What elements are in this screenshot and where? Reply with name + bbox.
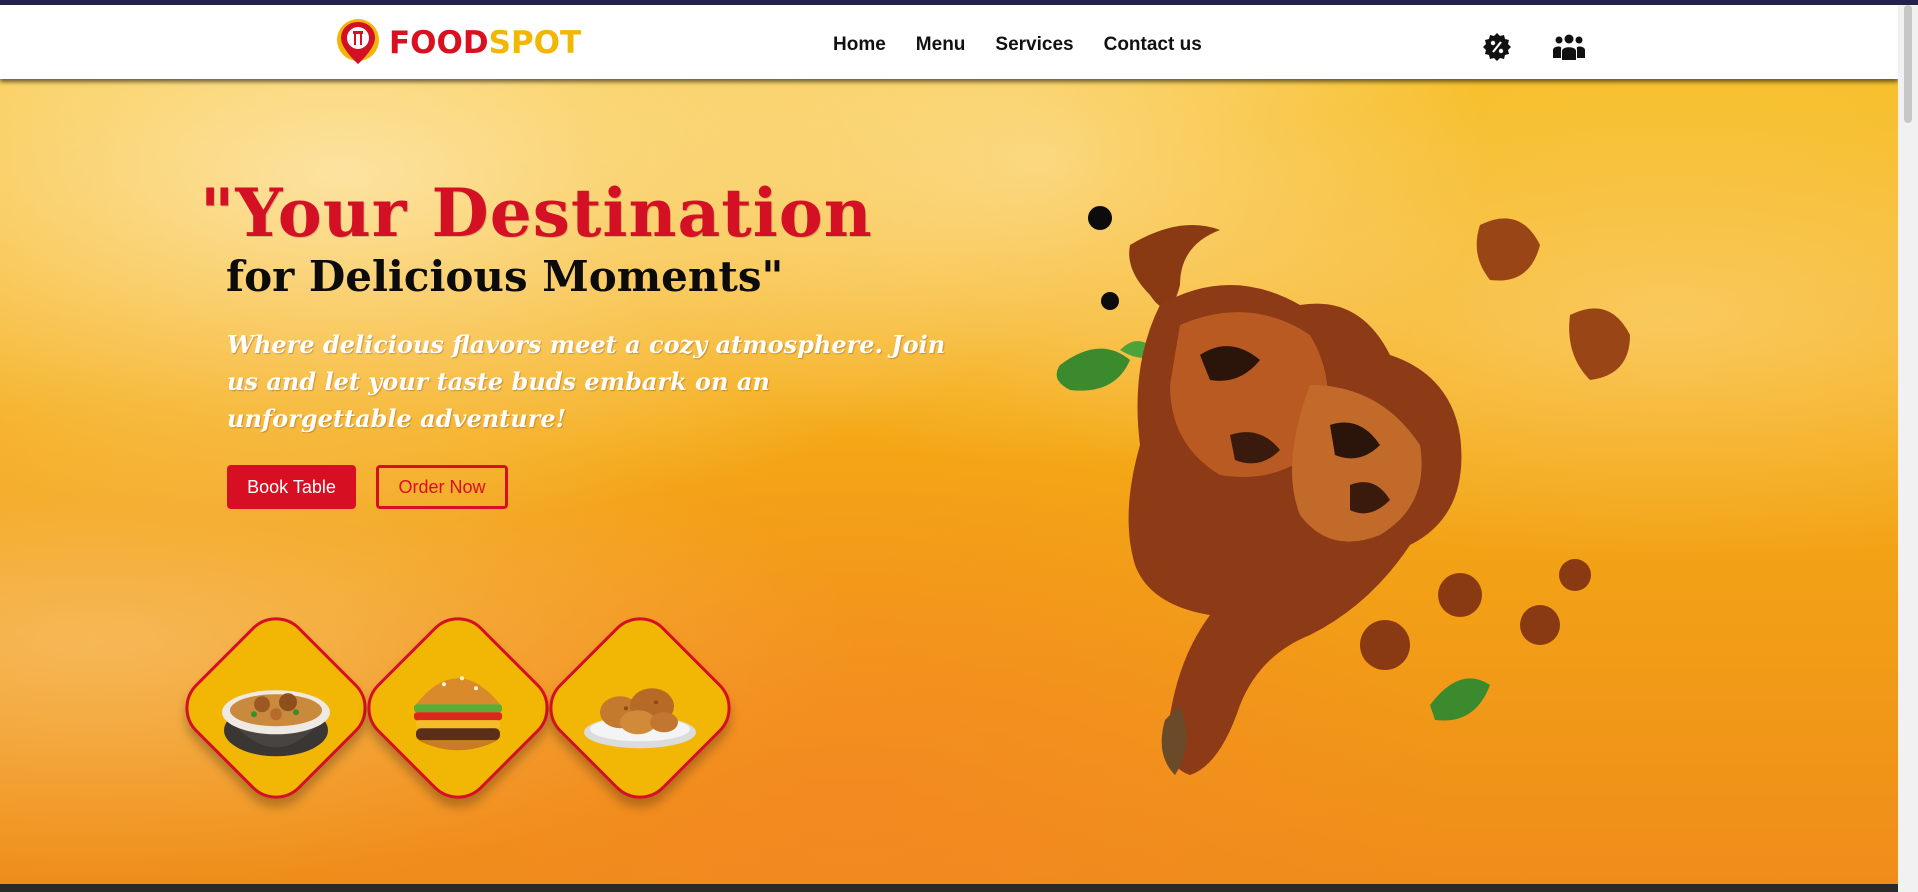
hero-tagline: Where delicious flavors meet a cozy atmo… [227,330,946,433]
nav-services-link[interactable]: Services [995,34,1073,56]
footer-strip [0,884,1898,892]
discount-badge-icon[interactable] [1481,31,1513,63]
hero-headline-line1: "Your Destination [200,174,873,252]
brand-name-part2: SPOT [488,25,582,61]
nav-home-link[interactable]: Home [833,34,886,56]
page-scrollbar[interactable] [1898,5,1918,892]
group-people-icon[interactable] [1552,31,1585,63]
location-pin-logo-icon [333,18,383,68]
navbar: FOODSPOT Home Menu Services Contact us [0,5,1898,79]
hero-headline-line2: for Delicious Moments" [226,252,784,301]
scrollbar-thumb[interactable] [1904,5,1912,123]
order-now-button[interactable]: Order Now [376,465,508,509]
brand-logo[interactable]: FOODSPOT [333,16,581,70]
grilled-chicken-image [1030,185,1670,785]
nav-menu-link[interactable]: Menu [916,34,966,56]
brand-name-part1: FOOD [389,25,489,61]
book-table-button[interactable]: Book Table [227,465,356,509]
nav-contact-link[interactable]: Contact us [1104,34,1202,56]
main-nav: Home Menu Services Contact us [833,34,1202,56]
brand-wordmark: FOODSPOT [389,25,581,61]
